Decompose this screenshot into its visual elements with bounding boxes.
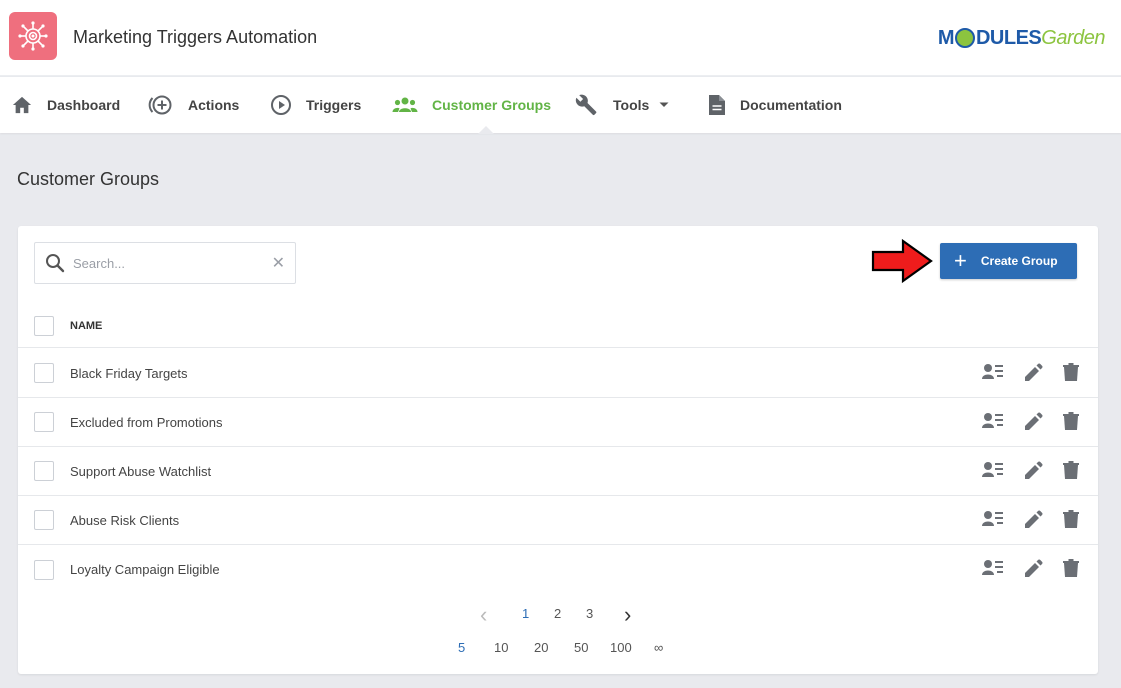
table-row: Black Friday Targets bbox=[18, 349, 1098, 398]
table-header: NAME bbox=[18, 304, 1098, 348]
modulesgarden-logo[interactable]: M DULES Garden bbox=[937, 24, 1106, 52]
search-box: ✕ bbox=[34, 242, 296, 284]
delete-icon[interactable] bbox=[1062, 362, 1080, 382]
nav-customer-groups[interactable]: Customer Groups bbox=[392, 77, 551, 133]
edit-icon[interactable] bbox=[1022, 411, 1044, 431]
nav-actions[interactable]: Actions bbox=[148, 77, 239, 133]
row-actions bbox=[982, 362, 1080, 382]
next-page-button[interactable]: › bbox=[624, 602, 631, 628]
pagination: ‹ 1 2 3 › bbox=[18, 602, 1098, 627]
home-icon bbox=[12, 96, 32, 114]
prev-page-button[interactable]: ‹ bbox=[480, 602, 487, 628]
table-row: Abuse Risk Clients bbox=[18, 496, 1098, 545]
row-checkbox[interactable] bbox=[34, 363, 54, 383]
delete-icon[interactable] bbox=[1062, 411, 1080, 431]
page-1-button[interactable]: 1 bbox=[522, 606, 529, 621]
globe-icon bbox=[954, 28, 975, 48]
table-row: Excluded from Promotions bbox=[18, 398, 1098, 447]
row-checkbox[interactable] bbox=[34, 461, 54, 481]
row-actions bbox=[982, 411, 1080, 431]
caret-down-icon bbox=[659, 102, 669, 107]
group-name: Loyalty Campaign Eligible bbox=[70, 562, 220, 577]
members-icon[interactable] bbox=[982, 558, 1004, 578]
page-size-100[interactable]: 100 bbox=[610, 640, 632, 655]
edit-icon[interactable] bbox=[1022, 509, 1044, 529]
members-icon[interactable] bbox=[982, 362, 1004, 382]
nav-tools-label: Tools bbox=[613, 97, 650, 113]
app-logo[interactable] bbox=[9, 12, 57, 60]
members-icon[interactable] bbox=[982, 509, 1004, 529]
page-size-selector: 5 10 20 50 100 ∞ bbox=[18, 640, 1098, 660]
delete-icon[interactable] bbox=[1062, 558, 1080, 578]
app-title: Marketing Triggers Automation bbox=[73, 27, 318, 47]
main-nav: Dashboard Actions Triggers Customer Grou… bbox=[0, 77, 1121, 133]
row-actions bbox=[982, 558, 1080, 578]
nav-triggers-label: Triggers bbox=[306, 97, 362, 113]
nav-actions-label: Actions bbox=[188, 97, 240, 113]
active-tab-pointer bbox=[478, 126, 494, 134]
delete-icon[interactable] bbox=[1062, 509, 1080, 529]
column-name-header[interactable]: NAME bbox=[70, 320, 102, 332]
members-icon[interactable] bbox=[982, 411, 1004, 431]
customer-groups-card: ✕ + Create Group NAME Black Friday Targe… bbox=[18, 226, 1098, 674]
edit-icon[interactable] bbox=[1022, 558, 1044, 578]
play-circle-icon bbox=[271, 95, 291, 115]
nav-triggers[interactable]: Triggers bbox=[270, 77, 361, 133]
page-title: Customer Groups bbox=[17, 169, 160, 189]
group-name: Support Abuse Watchlist bbox=[70, 463, 212, 479]
nav-dashboard-label: Dashboard bbox=[47, 97, 121, 113]
table-row: Loyalty Campaign Eligible bbox=[18, 545, 1098, 594]
plus-circle-icon bbox=[148, 95, 172, 115]
wrench-icon bbox=[575, 94, 597, 116]
page-2-button[interactable]: 2 bbox=[554, 606, 561, 621]
row-checkbox[interactable] bbox=[34, 510, 54, 530]
select-all-checkbox[interactable] bbox=[34, 315, 54, 336]
delete-icon[interactable] bbox=[1062, 460, 1080, 480]
edit-icon[interactable] bbox=[1022, 460, 1044, 480]
create-group-button[interactable]: + Create Group bbox=[940, 243, 1077, 279]
row-checkbox[interactable] bbox=[34, 559, 54, 580]
users-icon bbox=[392, 97, 418, 112]
page-size-5[interactable]: 5 bbox=[458, 640, 465, 655]
brand-text-dules: DULES bbox=[975, 26, 1042, 49]
nav-documentation-label: Documentation bbox=[740, 97, 842, 113]
edit-icon[interactable] bbox=[1022, 362, 1044, 382]
nav-customer-groups-label: Customer Groups bbox=[432, 97, 552, 113]
brand-text-garden: Garden bbox=[1041, 26, 1105, 49]
page-size-10[interactable]: 10 bbox=[494, 640, 508, 655]
page-size-20[interactable]: 20 bbox=[534, 640, 548, 655]
table-row: Support Abuse Watchlist bbox=[18, 447, 1098, 496]
target-network-icon bbox=[18, 21, 48, 51]
page-3-button[interactable]: 3 bbox=[586, 606, 593, 621]
brand-text-m: M bbox=[937, 26, 955, 49]
nav-tools[interactable]: Tools bbox=[575, 77, 669, 133]
clear-search-icon[interactable]: ✕ bbox=[272, 253, 285, 273]
search-icon bbox=[46, 254, 65, 273]
search-input[interactable] bbox=[73, 255, 272, 271]
row-actions bbox=[982, 509, 1080, 529]
top-bar: Marketing Triggers Automation M DULES Ga… bbox=[0, 0, 1121, 76]
group-name: Excluded from Promotions bbox=[70, 414, 223, 430]
group-name: Abuse Risk Clients bbox=[70, 512, 180, 528]
nav-dashboard[interactable]: Dashboard bbox=[11, 77, 120, 133]
members-icon[interactable] bbox=[982, 460, 1004, 480]
nav-documentation[interactable]: Documentation bbox=[708, 77, 842, 133]
page-size-all[interactable]: ∞ bbox=[654, 640, 663, 655]
row-actions bbox=[982, 460, 1080, 480]
group-name: Black Friday Targets bbox=[70, 365, 188, 381]
red-arrow-pointer bbox=[871, 238, 933, 284]
row-checkbox[interactable] bbox=[34, 412, 54, 432]
document-icon bbox=[709, 95, 725, 115]
page-size-50[interactable]: 50 bbox=[574, 640, 588, 655]
create-group-label: Create Group bbox=[980, 254, 1058, 268]
plus-icon: + bbox=[954, 248, 967, 273]
